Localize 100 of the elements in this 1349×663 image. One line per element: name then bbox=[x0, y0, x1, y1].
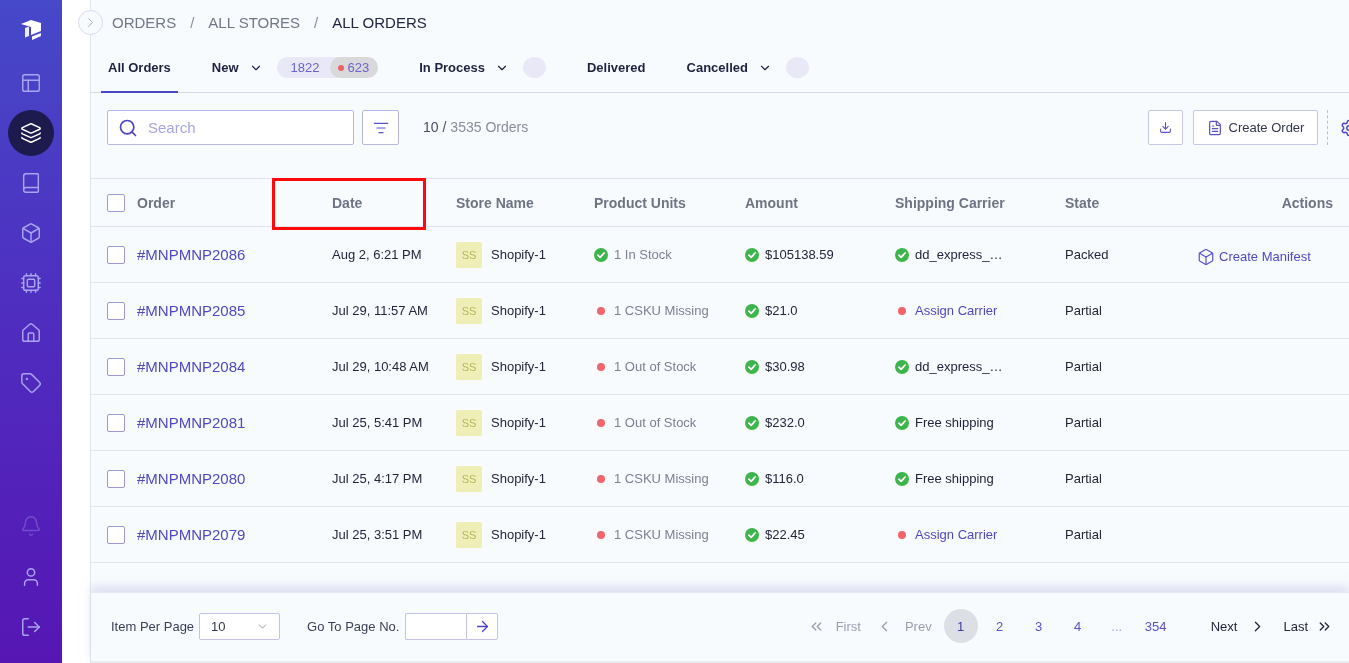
store-avatar: SS bbox=[456, 241, 482, 268]
cube-icon bbox=[20, 222, 42, 244]
order-state: Partial bbox=[1065, 303, 1102, 318]
download-button[interactable] bbox=[1148, 110, 1183, 145]
store-avatar: SS bbox=[456, 353, 482, 380]
filter-button[interactable] bbox=[362, 110, 399, 145]
cube-icon bbox=[1197, 247, 1215, 266]
column-header: Amount bbox=[745, 194, 798, 211]
column-header: Store Name bbox=[456, 194, 534, 211]
order-link[interactable]: #MNPMNP2086 bbox=[137, 246, 246, 263]
page-number-field[interactable] bbox=[405, 612, 467, 640]
page-number[interactable]: 1 bbox=[943, 609, 978, 643]
row-checkbox[interactable] bbox=[107, 301, 125, 320]
store-avatar: SS bbox=[456, 521, 482, 548]
order-amount: $22.45 bbox=[765, 527, 805, 542]
order-link[interactable]: #MNPMNP2080 bbox=[137, 470, 246, 487]
product-units: 1 CSKU Missing bbox=[614, 471, 709, 486]
book-icon bbox=[20, 172, 42, 194]
carrier-name: Free shipping bbox=[915, 415, 994, 430]
next-page-button[interactable]: Next bbox=[1210, 617, 1267, 635]
carrier-name: dd_express_… bbox=[915, 359, 1003, 374]
home-icon bbox=[20, 322, 42, 344]
breadcrumb-link[interactable]: ALL STORES bbox=[208, 13, 301, 31]
product-units: 1 Out of Stock bbox=[614, 359, 697, 374]
order-link[interactable]: #MNPMNP2084 bbox=[137, 358, 246, 375]
breadcrumb-link[interactable]: ALL ORDERS bbox=[332, 13, 427, 31]
go-button[interactable] bbox=[466, 612, 499, 640]
store-name: Shopify-1 bbox=[491, 471, 546, 486]
tab[interactable]: New 1822 623 bbox=[204, 44, 386, 93]
product-units: 1 CSKU Missing bbox=[614, 303, 709, 318]
page-number[interactable]: 354 bbox=[1138, 609, 1173, 643]
select-all-checkbox[interactable] bbox=[107, 193, 125, 212]
product-units: 1 In Stock bbox=[614, 247, 672, 262]
column-header: Shipping Carrier bbox=[895, 194, 1005, 211]
order-state: Partial bbox=[1065, 527, 1102, 542]
store-avatar: SS bbox=[456, 465, 482, 492]
store-name: Shopify-1 bbox=[491, 527, 546, 542]
tab[interactable]: All Orders bbox=[101, 44, 178, 93]
product-units: 1 CSKU Missing bbox=[614, 527, 709, 542]
order-state: Packed bbox=[1065, 247, 1109, 262]
carrier-name: dd_express_… bbox=[915, 247, 1003, 262]
order-amount: $116.0 bbox=[765, 471, 804, 486]
logo-icon bbox=[19, 18, 43, 42]
page-number[interactable]: 2 bbox=[982, 609, 1017, 643]
order-amount: $232.0 bbox=[765, 415, 805, 430]
assign-carrier-link[interactable]: Assign Carrier bbox=[915, 527, 998, 542]
order-state: Partial bbox=[1065, 471, 1102, 486]
tab[interactable]: Delivered bbox=[580, 44, 653, 93]
order-date: Jul 25, 3:51 PM bbox=[332, 527, 423, 542]
tag-icon bbox=[20, 372, 42, 394]
search-field[interactable]: Search bbox=[107, 110, 354, 145]
store-avatar: SS bbox=[456, 297, 482, 324]
count-badge: 1822 bbox=[276, 57, 330, 78]
create-order-button[interactable]: Create Order bbox=[1193, 110, 1318, 145]
column-header: Date bbox=[332, 194, 363, 211]
items-per-page-select[interactable]: 10 bbox=[199, 612, 281, 640]
order-amount: $30.98 bbox=[765, 359, 805, 374]
store-name: Shopify-1 bbox=[491, 247, 546, 262]
store-name: Shopify-1 bbox=[491, 359, 546, 374]
download-icon bbox=[1159, 121, 1172, 134]
order-date: Jul 25, 5:41 PM bbox=[332, 415, 423, 430]
product-units: 1 Out of Stock bbox=[614, 415, 697, 430]
row-checkbox[interactable] bbox=[107, 245, 125, 264]
store-avatar: SS bbox=[456, 409, 482, 436]
row-checkbox[interactable] bbox=[107, 525, 125, 544]
row-checkbox[interactable] bbox=[107, 413, 125, 432]
order-state: Partial bbox=[1065, 359, 1102, 374]
settings-icon[interactable] bbox=[1340, 118, 1349, 137]
order-link[interactable]: #MNPMNP2081 bbox=[137, 414, 246, 431]
store-name: Shopify-1 bbox=[491, 303, 546, 318]
document-icon bbox=[1206, 119, 1223, 136]
order-date: Aug 2, 6:21 PM bbox=[332, 247, 422, 262]
order-link[interactable]: #MNPMNP2079 bbox=[137, 526, 246, 543]
layout-icon bbox=[20, 72, 42, 94]
row-checkbox[interactable] bbox=[107, 357, 125, 376]
create-manifest-link[interactable]: Create Manifest bbox=[1197, 247, 1311, 266]
column-header: Product Units bbox=[594, 194, 686, 211]
order-count: 10 / 3535 Orders bbox=[423, 118, 529, 137]
row-checkbox[interactable] bbox=[107, 469, 125, 488]
breadcrumb-link[interactable]: ORDERS bbox=[112, 13, 177, 31]
order-state: Partial bbox=[1065, 415, 1102, 430]
last-page-button[interactable]: Last bbox=[1283, 617, 1333, 635]
store-name: Shopify-1 bbox=[491, 415, 546, 430]
carrier-name: Free shipping bbox=[915, 471, 994, 486]
page-number[interactable]: 4 bbox=[1060, 609, 1095, 643]
tab[interactable]: Cancelled bbox=[679, 44, 816, 93]
search-input[interactable]: Search bbox=[148, 119, 328, 136]
order-link[interactable]: #MNPMNP2085 bbox=[137, 302, 246, 319]
page-number[interactable]: 3 bbox=[1021, 609, 1056, 643]
assign-carrier-link[interactable]: Assign Carrier bbox=[915, 303, 998, 318]
column-header: State bbox=[1065, 194, 1100, 211]
column-header: Order bbox=[137, 194, 176, 211]
breadcrumb-separator: / bbox=[314, 13, 319, 31]
pagination-ellipsis: ... bbox=[1110, 618, 1124, 634]
order-date: Jul 25, 4:17 PM bbox=[332, 471, 423, 486]
tab[interactable]: In Process bbox=[412, 44, 553, 93]
nav-button[interactable] bbox=[8, 110, 54, 156]
order-date: Jul 29, 11:57 AM bbox=[332, 303, 428, 318]
order-amount: $21.0 bbox=[765, 303, 798, 318]
alert-dot-icon bbox=[337, 64, 344, 71]
